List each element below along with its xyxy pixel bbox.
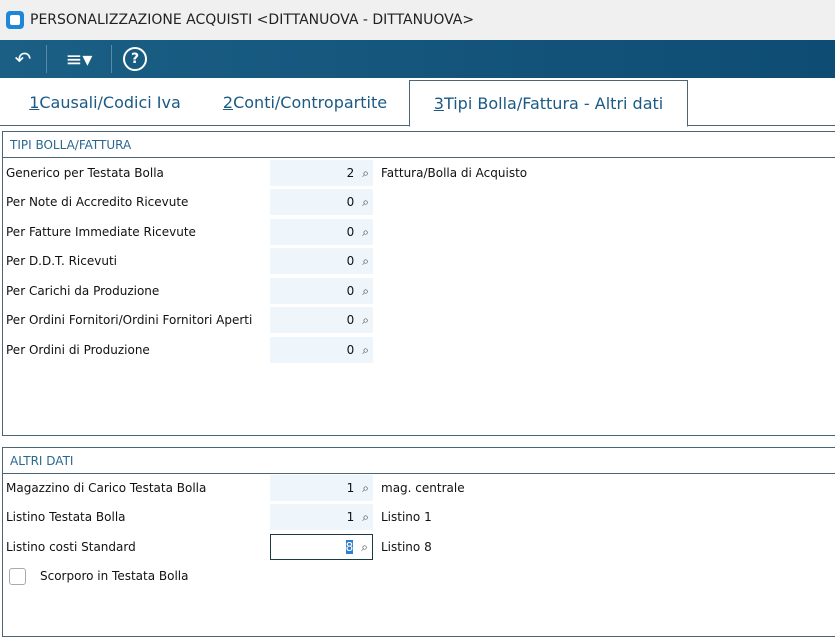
back-icon: ↶	[14, 47, 32, 71]
tab-label: Conti/Contropartite	[233, 92, 388, 112]
search-icon[interactable]: ⌕	[362, 254, 369, 269]
toolbar: ↶ ≡▾ ?	[0, 40, 835, 78]
field-label: Per Carichi da Produzione	[6, 284, 160, 298]
tab-causali[interactable]: 1 Causali/Codici Iva	[20, 78, 190, 126]
code-input[interactable]: 0 ⌕	[270, 219, 373, 245]
tab-tipi-bolla[interactable]: 3 Tipi Bolla/Fattura - Altri dati	[409, 80, 688, 127]
field-description: Fattura/Bolla di Acquisto	[381, 166, 528, 180]
search-icon[interactable]: ⌕	[362, 284, 369, 299]
field-label: Per Ordini di Produzione	[6, 343, 150, 357]
field-row: Per Note di Accredito Ricevute 0 ⌕	[6, 189, 826, 215]
menu-button[interactable]: ≡▾	[47, 40, 111, 78]
field-label: Listino costi Standard	[6, 540, 136, 554]
field-label: Listino Testata Bolla	[6, 510, 126, 524]
checkbox-label: Scorporo in Testata Bolla	[40, 569, 189, 583]
code-value: 0	[346, 343, 355, 357]
tab-label: Tipi Bolla/Fattura - Altri dati	[443, 94, 664, 113]
field-label: Magazzino di Carico Testata Bolla	[6, 481, 207, 495]
window-title: PERSONALIZZAZIONE ACQUISTI <DITTANUOVA -…	[30, 12, 475, 28]
code-input[interactable]: 1 ⌕	[270, 475, 373, 501]
scorporo-row: Scorporo in Testata Bolla	[6, 563, 826, 589]
app-icon	[6, 11, 24, 29]
search-icon[interactable]: ⌕	[361, 540, 368, 555]
field-label: Per Ordini Fornitori/Ordini Fornitori Ap…	[6, 313, 253, 327]
tab-number: 1	[29, 92, 40, 112]
search-icon[interactable]: ⌕	[362, 195, 369, 210]
menu-icon: ≡▾	[65, 47, 93, 71]
field-row: Listino Testata Bolla 1 ⌕ Listino 1	[6, 504, 826, 530]
field-row: Per D.D.T. Ricevuti 0 ⌕	[6, 248, 826, 274]
field-description: Listino 8	[381, 540, 432, 554]
section-title: TIPI BOLLA/FATTURA	[3, 132, 835, 158]
search-icon[interactable]: ⌕	[362, 343, 369, 358]
field-row: Magazzino di Carico Testata Bolla 1 ⌕ ma…	[6, 475, 826, 501]
code-value: 8	[345, 540, 354, 554]
code-value: 0	[346, 225, 355, 239]
field-row: Per Ordini di Produzione 0 ⌕	[6, 337, 826, 363]
help-icon: ?	[123, 47, 147, 71]
field-label: Generico per Testata Bolla	[6, 166, 164, 180]
tab-number: 3	[433, 94, 444, 113]
field-row: Per Fatture Immediate Ricevute 0 ⌕	[6, 219, 826, 245]
code-input[interactable]: 0 ⌕	[270, 248, 373, 274]
code-value: 0	[346, 195, 355, 209]
help-button[interactable]: ?	[112, 40, 158, 78]
back-button[interactable]: ↶	[0, 40, 46, 78]
field-label: Per Note di Accredito Ricevute	[6, 195, 189, 209]
search-icon[interactable]: ⌕	[362, 481, 369, 496]
code-input[interactable]: 0 ⌕	[270, 189, 373, 215]
field-description: Listino 1	[381, 510, 432, 524]
field-label: Per D.D.T. Ricevuti	[6, 254, 117, 268]
code-value: 1	[346, 481, 355, 495]
search-icon[interactable]: ⌕	[362, 225, 369, 240]
code-input[interactable]: 0 ⌕	[270, 307, 373, 333]
tab-conti[interactable]: 2 Conti/Contropartite	[215, 78, 395, 126]
tab-label: Causali/Codici Iva	[39, 92, 181, 112]
code-value: 2	[346, 166, 355, 180]
code-input[interactable]: 0 ⌕	[270, 278, 373, 304]
code-input[interactable]: 8 ⌕	[270, 534, 373, 560]
code-value: 0	[346, 284, 355, 298]
code-value: 0	[346, 254, 355, 268]
search-icon[interactable]: ⌕	[362, 166, 369, 181]
field-row: Per Ordini Fornitori/Ordini Fornitori Ap…	[6, 307, 826, 333]
code-value: 0	[346, 313, 355, 327]
field-label: Per Fatture Immediate Ricevute	[6, 225, 196, 239]
field-description: mag. centrale	[381, 481, 465, 495]
scorporo-checkbox[interactable]	[9, 567, 26, 585]
search-icon[interactable]: ⌕	[362, 510, 369, 525]
code-value: 1	[346, 510, 355, 524]
tab-bar: 1 Causali/Codici Iva 2 Conti/Controparti…	[0, 78, 835, 127]
section-title: ALTRI DATI	[3, 448, 835, 474]
tab-number: 2	[222, 92, 234, 112]
code-input[interactable]: 2 ⌕	[270, 160, 373, 186]
code-input[interactable]: 0 ⌕	[270, 337, 373, 363]
field-row: Generico per Testata Bolla 2 ⌕ Fattura/B…	[6, 160, 826, 186]
field-row: Per Carichi da Produzione 0 ⌕	[6, 278, 826, 304]
title-bar: PERSONALIZZAZIONE ACQUISTI <DITTANUOVA -…	[0, 0, 835, 40]
search-icon[interactable]: ⌕	[362, 313, 369, 328]
code-input[interactable]: 1 ⌕	[270, 504, 373, 530]
field-row: Listino costi Standard 8 ⌕ Listino 8	[6, 534, 826, 560]
